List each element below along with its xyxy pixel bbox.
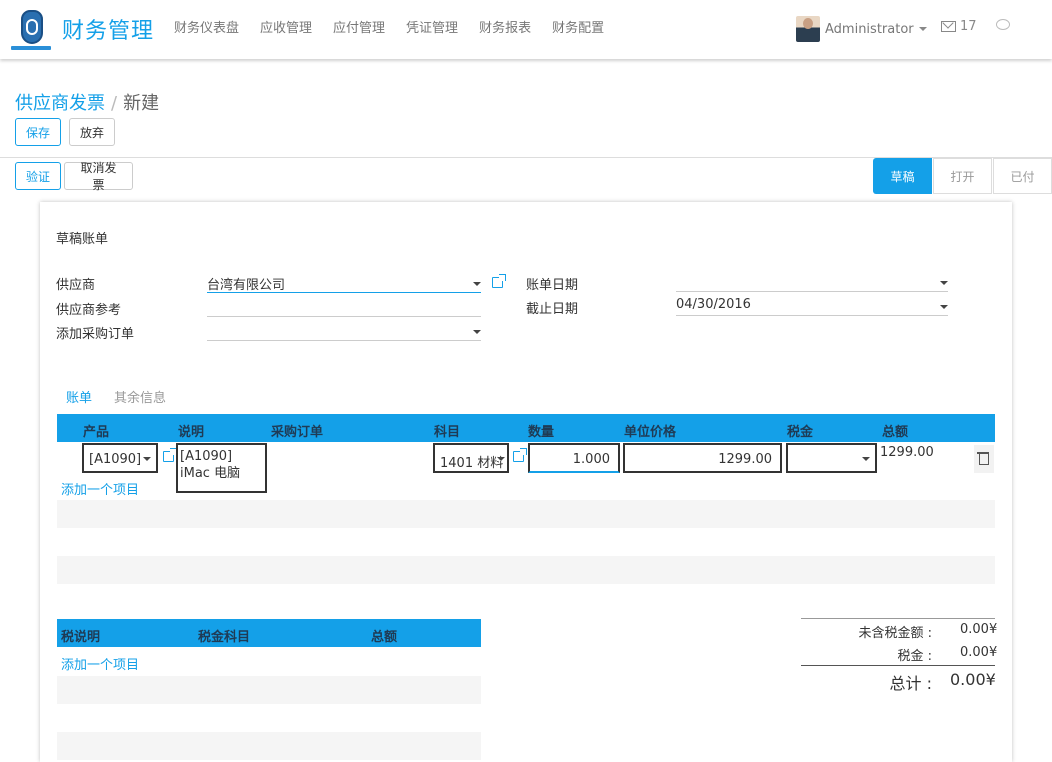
chevron-down-icon xyxy=(143,457,151,461)
chevron-down-icon xyxy=(940,281,948,285)
status-open[interactable]: 打开 xyxy=(933,158,992,194)
logo-base xyxy=(11,46,51,50)
totals-top-line xyxy=(801,618,995,619)
bill-date-field[interactable] xyxy=(676,272,948,292)
discard-button[interactable]: 放弃 xyxy=(69,118,115,146)
empty-row xyxy=(57,676,481,704)
grand-total-value: 0.00¥ xyxy=(950,670,996,689)
vendor-field[interactable]: 台湾有限公司 xyxy=(207,273,481,293)
col-tax-description: 税说明 xyxy=(61,630,101,645)
company-logo[interactable] xyxy=(11,8,51,52)
col-quantity: 数量 xyxy=(528,425,555,440)
top-menu: 财务仪表盘 应收管理 应付管理 凭证管理 财务报表 财务配置 xyxy=(174,17,625,36)
chevron-down-icon xyxy=(940,305,948,309)
chevron-down-icon xyxy=(862,457,870,461)
validate-button[interactable]: 验证 xyxy=(15,162,61,190)
add-line-link[interactable]: 添加一个项目 xyxy=(61,479,139,498)
vendor-value: 台湾有限公司 xyxy=(207,278,286,293)
chevron-down-icon xyxy=(473,282,481,286)
description-textarea[interactable]: [A1090] iMac 电脑 xyxy=(176,443,267,493)
add-po-label: 添加采购订单 xyxy=(56,327,135,342)
cancel-invoice-button[interactable]: 取消发票 xyxy=(64,161,133,192)
user-menu[interactable]: Administrator xyxy=(796,16,927,42)
product-value: [A1090] xyxy=(89,452,142,467)
lines-table-header: 产品 说明 采购订单 科目 数量 单位价格 税金 总额 xyxy=(57,414,995,442)
menu-finance-dashboard[interactable]: 财务仪表盘 xyxy=(174,17,239,36)
grand-total-label: 总计 : xyxy=(889,674,932,693)
form-sheet: 草稿账单 供应商 台湾有限公司 供应商参考 添加采购订单 账单日期 截止日期 0… xyxy=(40,202,1012,762)
col-tax-amount: 总额 xyxy=(371,630,398,645)
tax-total-value: 0.00¥ xyxy=(960,645,998,660)
avatar xyxy=(796,16,820,42)
trash-icon[interactable] xyxy=(974,445,994,473)
unit-price-input[interactable]: 1299.00 xyxy=(623,443,782,473)
tax-total-label: 税金 : xyxy=(897,649,932,664)
breadcrumb-separator: / xyxy=(111,93,118,114)
chat-icon[interactable] xyxy=(996,19,1010,30)
col-product: 产品 xyxy=(83,425,110,440)
add-po-field[interactable] xyxy=(207,321,481,341)
col-purchase-order: 采购订单 xyxy=(271,425,324,440)
add-tax-line-link[interactable]: 添加一个项目 xyxy=(61,654,139,673)
account-select[interactable]: 1401 材料 xyxy=(433,443,509,473)
user-name: Administrator xyxy=(825,21,914,37)
col-tax-account: 税金科目 xyxy=(198,630,251,645)
menu-configuration[interactable]: 财务配置 xyxy=(552,17,604,36)
empty-row xyxy=(57,704,481,732)
menu-payables[interactable]: 应付管理 xyxy=(333,17,385,36)
unit-price-value: 1299.00 xyxy=(718,452,772,467)
account-value: 1401 材料 xyxy=(440,456,504,471)
quantity-input[interactable]: 1.000 xyxy=(528,443,620,473)
col-description: 说明 xyxy=(178,425,205,440)
tab-bill[interactable]: 账单 xyxy=(66,387,92,406)
col-tax: 税金 xyxy=(787,425,814,440)
external-link-icon[interactable] xyxy=(513,448,527,462)
tab-other-info[interactable]: 其余信息 xyxy=(114,387,166,406)
breadcrumb-current: 新建 xyxy=(123,93,160,114)
chevron-down-icon xyxy=(918,27,927,31)
breadcrumb-parent[interactable]: 供应商发票 xyxy=(15,93,105,114)
empty-row xyxy=(57,556,995,584)
tax-table-header: 税说明 税金科目 总额 xyxy=(57,619,481,647)
bill-date-label: 账单日期 xyxy=(526,278,579,293)
status-draft[interactable]: 草稿 xyxy=(873,158,932,194)
save-button[interactable]: 保存 xyxy=(15,118,61,146)
description-value: [A1090] iMac 电脑 xyxy=(180,449,241,481)
menu-reports[interactable]: 财务报表 xyxy=(479,17,531,36)
chevron-down-icon xyxy=(473,330,481,334)
line-total: 1299.00 xyxy=(880,445,934,460)
totals-divider xyxy=(801,665,995,666)
vendor-ref-field[interactable] xyxy=(207,297,481,317)
col-unit-price: 单位价格 xyxy=(624,425,677,440)
menu-vouchers[interactable]: 凭证管理 xyxy=(406,17,458,36)
empty-row xyxy=(57,732,481,760)
due-date-field[interactable]: 04/30/2016 xyxy=(676,296,948,316)
untaxed-label: 未含税金额 : xyxy=(858,626,932,641)
col-total: 总额 xyxy=(882,425,909,440)
messages-button[interactable]: 17 xyxy=(941,19,977,34)
empty-row xyxy=(57,500,995,528)
due-date-value: 04/30/2016 xyxy=(676,297,751,312)
envelope-icon xyxy=(941,21,956,32)
untaxed-value: 0.00¥ xyxy=(960,622,998,637)
product-select[interactable]: [A1090] xyxy=(82,443,158,473)
menu-receivables[interactable]: 应收管理 xyxy=(260,17,312,36)
external-link-icon[interactable] xyxy=(163,448,177,462)
vendor-ref-label: 供应商参考 xyxy=(56,303,122,318)
quantity-value: 1.000 xyxy=(572,452,610,467)
col-account: 科目 xyxy=(434,425,461,440)
vendor-label: 供应商 xyxy=(56,278,96,293)
status-paid[interactable]: 已付 xyxy=(993,158,1052,194)
tax-select[interactable] xyxy=(786,443,877,473)
app-brand[interactable]: 财务管理 xyxy=(62,13,154,45)
breadcrumb: 供应商发票 / 新建 xyxy=(15,89,159,115)
top-navbar: 财务管理 财务仪表盘 应收管理 应付管理 凭证管理 财务报表 财务配置 Admi… xyxy=(0,0,1052,59)
external-link-icon[interactable] xyxy=(492,274,506,288)
sheet-title: 草稿账单 xyxy=(56,232,109,247)
due-date-label: 截止日期 xyxy=(526,302,579,317)
chevron-down-icon xyxy=(497,457,505,461)
mail-count: 17 xyxy=(960,19,977,34)
logo-shield-icon xyxy=(21,10,43,44)
